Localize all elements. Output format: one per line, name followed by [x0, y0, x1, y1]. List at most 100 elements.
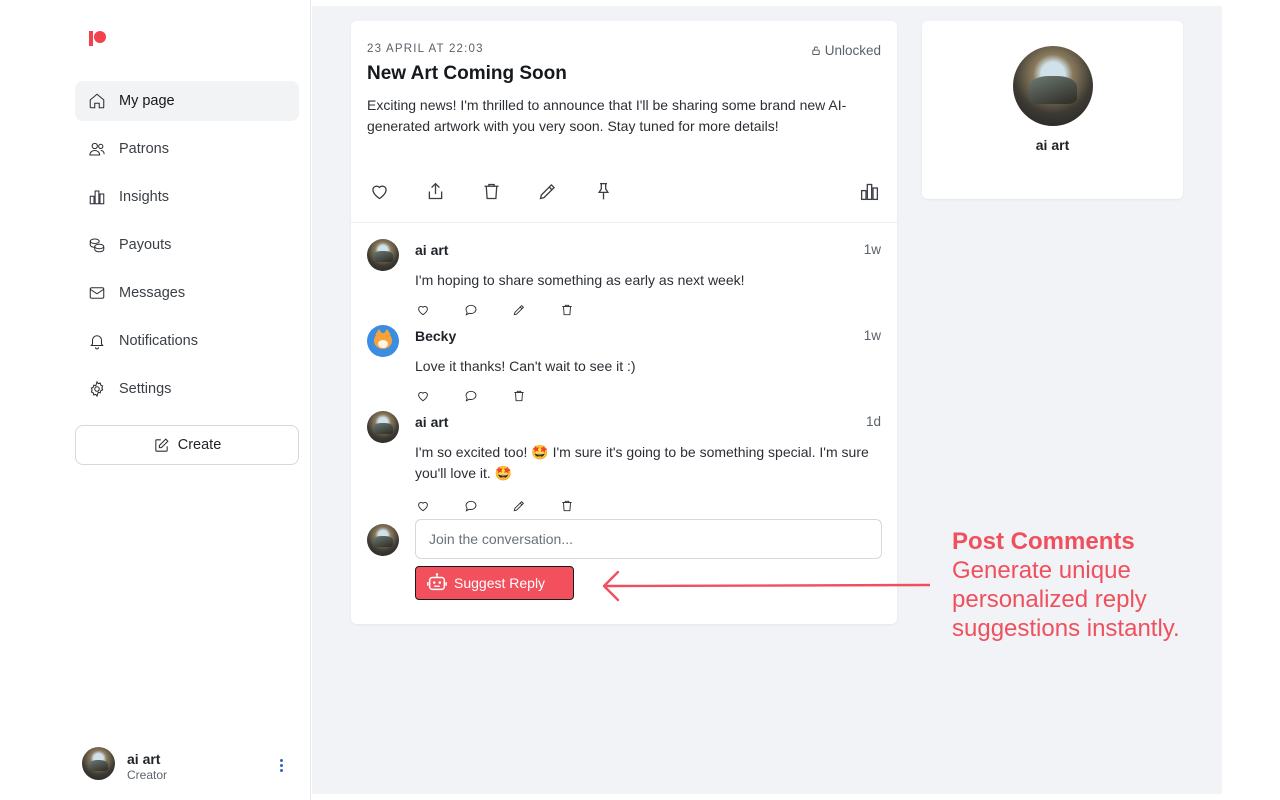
- gear-icon: [88, 380, 106, 398]
- comment-item: Becky 1w Love it thanks! Can't wait to s…: [367, 325, 881, 409]
- sidebar-item-label: My page: [119, 93, 175, 109]
- comment-edit-button[interactable]: [511, 302, 527, 318]
- sidebar-item-patrons[interactable]: Patrons: [75, 129, 299, 169]
- comment-text: I'm hoping to share something as early a…: [415, 272, 745, 288]
- sidebar-item-label: Insights: [119, 189, 169, 205]
- like-button[interactable]: [367, 179, 391, 203]
- sidebar-nav: My page Patrons Insights Payouts Message…: [75, 81, 299, 417]
- annotation-line: suggestions instantly.: [952, 615, 1180, 642]
- comment-reply-button[interactable]: [463, 498, 479, 514]
- comment-like-button[interactable]: [415, 498, 431, 514]
- mail-icon: [88, 284, 106, 302]
- sidebar-item-label: Settings: [119, 381, 172, 397]
- pencil-icon: [539, 183, 555, 199]
- trash-icon: [484, 183, 498, 199]
- users-icon: [88, 140, 106, 158]
- avatar: [367, 325, 399, 357]
- annotation-line: personalized reply: [952, 586, 1147, 613]
- annotation-heading: Post Comments: [952, 528, 1135, 555]
- heart-icon: [418, 392, 428, 402]
- user-profile[interactable]: ai art Creator: [82, 747, 302, 783]
- main-content: 23 APRIL AT 22:03 Unlocked New Art Comin…: [312, 6, 1222, 794]
- comment-edit-button[interactable]: [511, 498, 527, 514]
- comment-delete-button[interactable]: [559, 302, 575, 318]
- bar-chart-icon: [860, 183, 878, 200]
- speech-bubble-icon: [465, 304, 477, 316]
- comment-time: 1w: [863, 328, 881, 343]
- comment-author: ai art: [415, 414, 449, 430]
- post-title: New Art Coming Soon: [367, 63, 567, 84]
- create-button[interactable]: Create: [75, 425, 299, 465]
- logo-bar: [89, 31, 93, 46]
- comment-author: ai art: [415, 242, 449, 258]
- pin-icon: [597, 182, 609, 199]
- creator-card: ai art: [922, 21, 1183, 199]
- sidebar-item-notifications[interactable]: Notifications: [75, 321, 299, 361]
- comment-reply-button[interactable]: [463, 388, 479, 404]
- comment-delete-button[interactable]: [511, 388, 527, 404]
- comment-text: Love it thanks! Can't wait to see it :): [415, 358, 636, 374]
- share-button[interactable]: [423, 179, 447, 203]
- comment-item: ai art 1d I'm so excited too! 🤩 I'm sure…: [367, 411, 881, 516]
- comment-like-button[interactable]: [415, 302, 431, 318]
- heart-icon: [418, 502, 428, 512]
- suggest-reply-label: Suggest Reply: [454, 575, 546, 591]
- post-date: 23 APRIL AT 22:03: [367, 43, 484, 55]
- pin-post-button[interactable]: [591, 179, 615, 203]
- profile-role: Creator: [127, 768, 168, 782]
- avatar: [367, 524, 399, 556]
- sidebar-item-my-page[interactable]: My page: [75, 81, 299, 121]
- pencil-icon: [513, 500, 525, 512]
- post-actions: [351, 179, 897, 223]
- suggest-reply-button[interactable]: Suggest Reply: [415, 566, 574, 600]
- sidebar-item-payouts[interactable]: Payouts: [75, 225, 299, 265]
- home-icon: [88, 92, 106, 110]
- robot-icon: [427, 573, 447, 591]
- comment-text: I'm so excited too! 🤩 I'm sure it's goin…: [415, 444, 869, 481]
- trash-icon: [514, 390, 524, 402]
- create-button-label: Create: [177, 437, 222, 453]
- post-insights-button[interactable]: [857, 179, 881, 203]
- delete-post-button[interactable]: [479, 179, 503, 203]
- comment-delete-button[interactable]: [559, 498, 575, 514]
- more-options-icon[interactable]: [278, 759, 284, 775]
- avatar: [82, 747, 115, 780]
- speech-bubble-icon: [465, 390, 477, 402]
- profile-name: ai art: [127, 751, 161, 767]
- heart-icon: [371, 185, 387, 199]
- sidebar-item-label: Payouts: [119, 237, 172, 253]
- bell-icon: [88, 332, 106, 350]
- comment-time: 1d: [865, 414, 881, 429]
- comment-author: Becky: [415, 328, 457, 344]
- sidebar-item-label: Notifications: [119, 333, 198, 349]
- lock-status-label: Unlocked: [824, 43, 881, 58]
- heart-icon: [418, 306, 428, 316]
- comment-reply-button[interactable]: [463, 302, 479, 318]
- annotation-line: Generate unique: [952, 557, 1131, 584]
- sidebar-item-label: Messages: [119, 285, 186, 301]
- sidebar-item-messages[interactable]: Messages: [75, 273, 299, 313]
- cat-muzzle: [378, 340, 388, 348]
- logo-dot: [94, 31, 106, 43]
- sidebar-item-insights[interactable]: Insights: [75, 177, 299, 217]
- speech-bubble-icon: [465, 500, 477, 512]
- creator-name: ai art: [1035, 137, 1070, 153]
- sidebar-item-label: Patrons: [119, 141, 169, 157]
- avatar[interactable]: [1013, 46, 1093, 126]
- comment-like-button[interactable]: [415, 388, 431, 404]
- pencil-icon: [513, 304, 525, 316]
- sidebar: My page Patrons Insights Payouts Message…: [0, 0, 311, 800]
- post-card: 23 APRIL AT 22:03 Unlocked New Art Comin…: [351, 21, 897, 624]
- annotation-callout: Post Comments Generate unique personaliz…: [952, 527, 1252, 643]
- avatar: [367, 411, 399, 443]
- comment-item: ai art 1w I'm hoping to share something …: [367, 239, 881, 323]
- sidebar-item-settings[interactable]: Settings: [75, 369, 299, 409]
- edit-post-button[interactable]: [535, 179, 559, 203]
- brand-logo[interactable]: [89, 31, 106, 46]
- bar-chart-icon: [88, 188, 106, 206]
- avatar: [367, 239, 399, 271]
- edit-square-icon: [155, 437, 169, 452]
- coins-icon: [88, 236, 106, 254]
- comment-input[interactable]: [415, 519, 882, 559]
- post-body: Exciting news! I'm thrilled to announce …: [367, 97, 847, 134]
